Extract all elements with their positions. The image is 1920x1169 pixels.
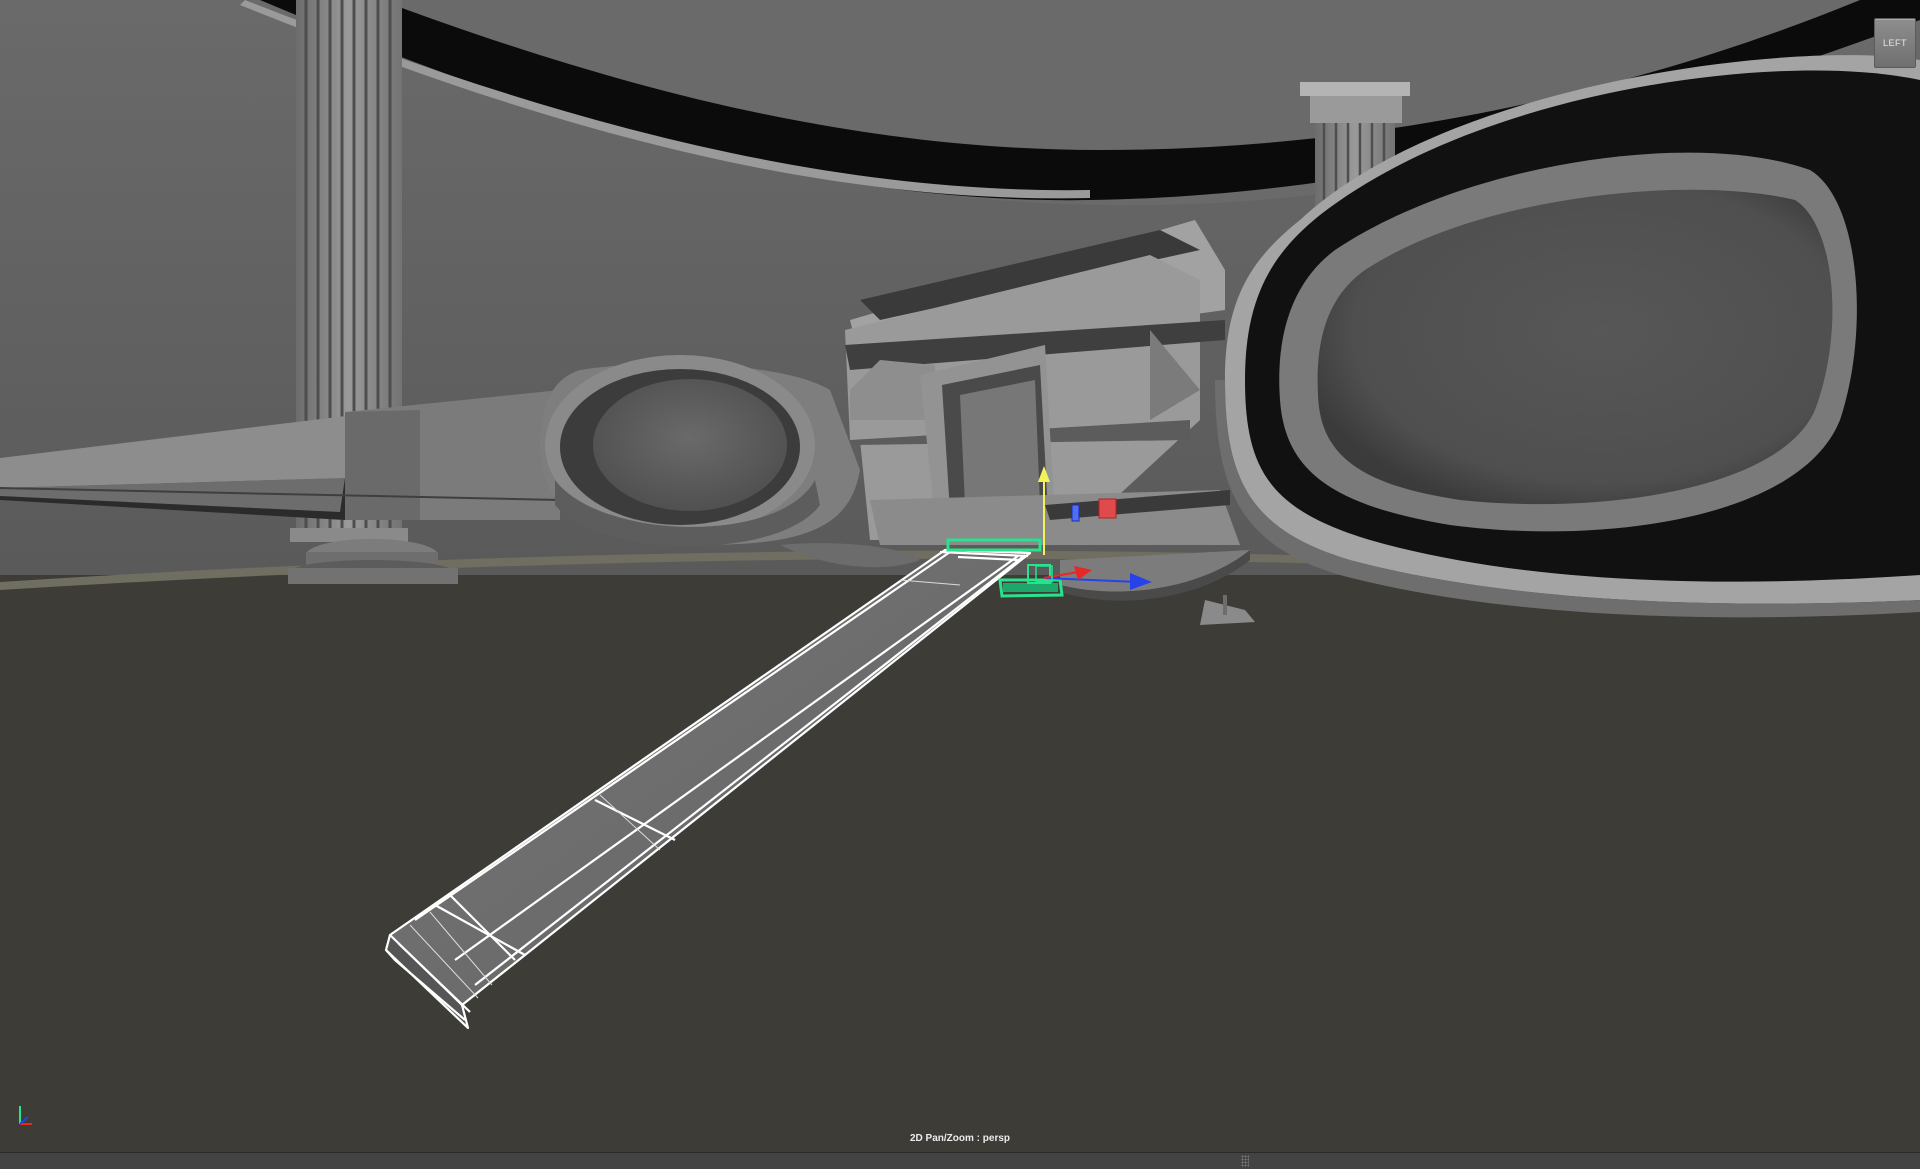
view-cube-icon[interactable]: LEFT [1874, 18, 1916, 68]
ground-plane [0, 575, 1920, 1152]
axis-indicator-icon [19, 1106, 32, 1125]
view-cube-label: LEFT [1882, 38, 1907, 48]
viewport-bottom-strip [0, 1152, 1920, 1169]
maya-perspective-viewport[interactable]: LEFT 2D Pan/Zoom : persp [0, 0, 1920, 1152]
pane-splitter-handle-icon[interactable] [1241, 1155, 1249, 1167]
3d-scene-render[interactable] [0, 0, 1920, 1152]
